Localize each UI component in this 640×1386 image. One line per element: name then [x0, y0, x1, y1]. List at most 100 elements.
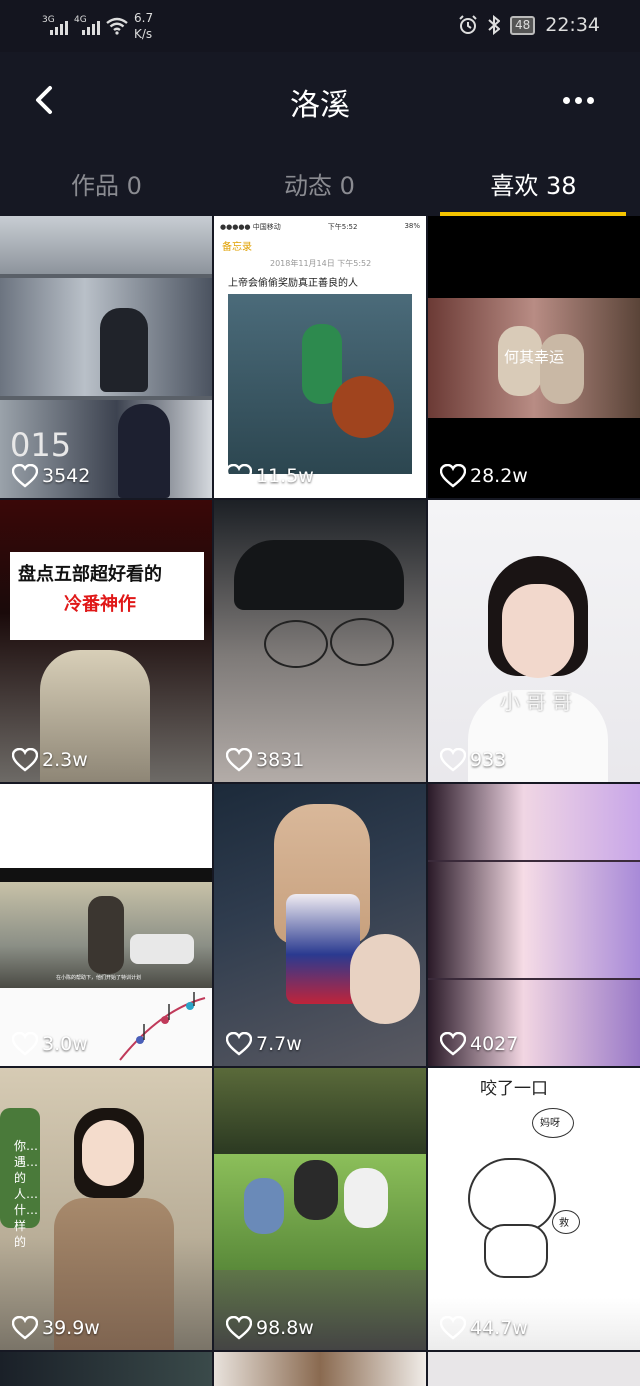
- cartoon-body: [484, 1224, 548, 1278]
- vertical-caption: 你…遇…的人…什…样的: [14, 1139, 39, 1249]
- like-count-value: 28.2w: [470, 465, 528, 487]
- video-thumbnail[interactable]: 你…遇…的人…什…样的 39.9w: [0, 1068, 212, 1350]
- video-thumbnail[interactable]: 盘点五部超好看的 冷番神作 2.3w: [0, 500, 212, 782]
- like-count: 3542: [12, 464, 90, 488]
- like-count: 3.0w: [12, 1032, 88, 1056]
- like-count: 3831: [226, 748, 304, 772]
- heart-icon: [226, 1316, 252, 1340]
- person-figure: [118, 404, 170, 498]
- more-dot-icon: [574, 96, 582, 104]
- phone-carrier: ●●●●● 中国移动: [220, 223, 281, 231]
- person-figure: [244, 1178, 284, 1234]
- video-thumbnail[interactable]: 在小陈的帮助下，他们开始了特训计划 3.0w: [0, 784, 212, 1066]
- like-count: 44.7w: [440, 1316, 528, 1340]
- heart-icon: [12, 464, 38, 488]
- network-speed-unit: K/s: [134, 27, 153, 41]
- like-count-value: 44.7w: [470, 1317, 528, 1339]
- face-strip-2: [428, 862, 640, 978]
- thumbnail-caption: 015: [10, 426, 72, 464]
- glasses-right: [330, 618, 394, 666]
- network-speed-value: 6.7: [134, 11, 154, 25]
- like-count: 11.5w: [226, 464, 314, 488]
- headline-line-2: 冷番神作: [64, 594, 136, 615]
- like-count: 2.3w: [12, 748, 88, 772]
- video-thumbnail[interactable]: 何其幸运 28.2w: [428, 216, 640, 498]
- memo-app-title: 备忘录: [222, 242, 252, 253]
- video-thumbnail[interactable]: 98.8w: [214, 1068, 426, 1350]
- like-count: 39.9w: [12, 1316, 100, 1340]
- tab-works[interactable]: 作品 0: [0, 166, 213, 201]
- car-shape: [130, 934, 194, 964]
- battery-indicator: 48: [509, 15, 536, 35]
- more-options-button[interactable]: [554, 86, 602, 114]
- like-count-value: 7.7w: [256, 1033, 302, 1055]
- video-thumbnail[interactable]: [428, 1352, 640, 1386]
- like-count-value: 39.9w: [42, 1317, 100, 1339]
- headline-line-1: 盘点五部超好看的: [18, 564, 162, 585]
- thumbnail-strip-top: [0, 216, 212, 274]
- more-dot-icon: [586, 96, 594, 104]
- like-count-value: 11.5w: [256, 465, 314, 487]
- like-count-value: 3542: [42, 465, 91, 487]
- heart-icon: [12, 1316, 38, 1340]
- woman-face: [82, 1120, 134, 1186]
- video-thumbnail[interactable]: [214, 1352, 426, 1386]
- like-count: 7.7w: [226, 1032, 302, 1056]
- girl-face: [502, 584, 574, 678]
- heart-icon: [12, 748, 38, 772]
- video-thumbnail[interactable]: 小哥哥 933: [428, 500, 640, 782]
- signal-icon: 4G: [74, 15, 100, 37]
- like-count-value: 3831: [256, 749, 305, 771]
- like-count-value: 98.8w: [256, 1317, 314, 1339]
- thumbnail-caption: 小哥哥: [500, 690, 578, 714]
- video-thumbnail[interactable]: 4027: [428, 784, 640, 1066]
- heart-icon: [440, 748, 466, 772]
- like-count: 28.2w: [440, 464, 528, 488]
- tab-activity[interactable]: 动态 0: [213, 166, 426, 201]
- heart-icon: [440, 1032, 466, 1056]
- status-right: 48 22:34: [458, 14, 600, 36]
- clock: 22:34: [545, 14, 600, 36]
- person-figure: [344, 1168, 388, 1228]
- anime-hair: [234, 540, 404, 610]
- face-strip-1: [428, 784, 640, 860]
- memo-date: 2018年11月14日 下午5:52: [270, 259, 372, 268]
- cartoon-head: [468, 1158, 556, 1232]
- like-count-value: 4027: [470, 1033, 519, 1055]
- person-figure: [100, 308, 148, 392]
- video-thumbnail[interactable]: 015 3542: [0, 216, 212, 498]
- heart-icon: [440, 464, 466, 488]
- speech-bubble-text: 妈呀: [540, 1118, 560, 1129]
- speech-bubble-text: 救: [559, 1218, 569, 1229]
- signal-icon: 3G: [42, 15, 68, 37]
- like-count-value: 2.3w: [42, 749, 88, 771]
- heart-icon: [226, 748, 252, 772]
- like-count: 98.8w: [226, 1316, 314, 1340]
- video-thumbnail[interactable]: 咬了一口 妈呀 救 44.7w: [428, 1068, 640, 1350]
- heart-icon: [226, 464, 252, 488]
- cosplay-outfit: [286, 894, 360, 1004]
- video-thumbnail[interactable]: 7.7w: [214, 784, 426, 1066]
- phone-time: 下午5:52: [327, 223, 358, 231]
- more-dot-icon: [562, 96, 570, 104]
- like-count-value: 933: [470, 749, 507, 771]
- video-subtitle: 在小陈的帮助下，他们开始了特训计划: [56, 975, 142, 981]
- memo-text: 上帝会偷偷奖励真正善良的人: [228, 278, 358, 289]
- video-thumbnail[interactable]: 3831: [214, 500, 426, 782]
- video-thumbnail[interactable]: ●●●●● 中国移动 下午5:52 38% 备忘录 2018年11月14日 下午…: [214, 216, 426, 498]
- person-figure: [88, 896, 124, 974]
- phone-battery: 38%: [404, 222, 420, 230]
- comic-caption: 咬了一口: [480, 1079, 548, 1099]
- alarm-icon: [459, 15, 477, 34]
- cartoon-bag: [332, 376, 394, 438]
- video-thumbnail[interactable]: [0, 1352, 212, 1386]
- like-count: 4027: [440, 1032, 518, 1056]
- tab-likes[interactable]: 喜欢 38: [427, 166, 640, 201]
- like-count-value: 3.0w: [42, 1033, 88, 1055]
- page-title: 洛溪: [290, 88, 350, 123]
- status-bar: 3G 4G 6.7 K/s 48 22:34: [0, 0, 640, 52]
- like-count: 933: [440, 748, 506, 772]
- status-left: 3G 4G 6.7 K/s: [42, 10, 153, 42]
- phone-status-bar: ●●●●● 中国移动 下午5:52 38%: [214, 222, 426, 234]
- music-notes-icon: [119, 992, 206, 1061]
